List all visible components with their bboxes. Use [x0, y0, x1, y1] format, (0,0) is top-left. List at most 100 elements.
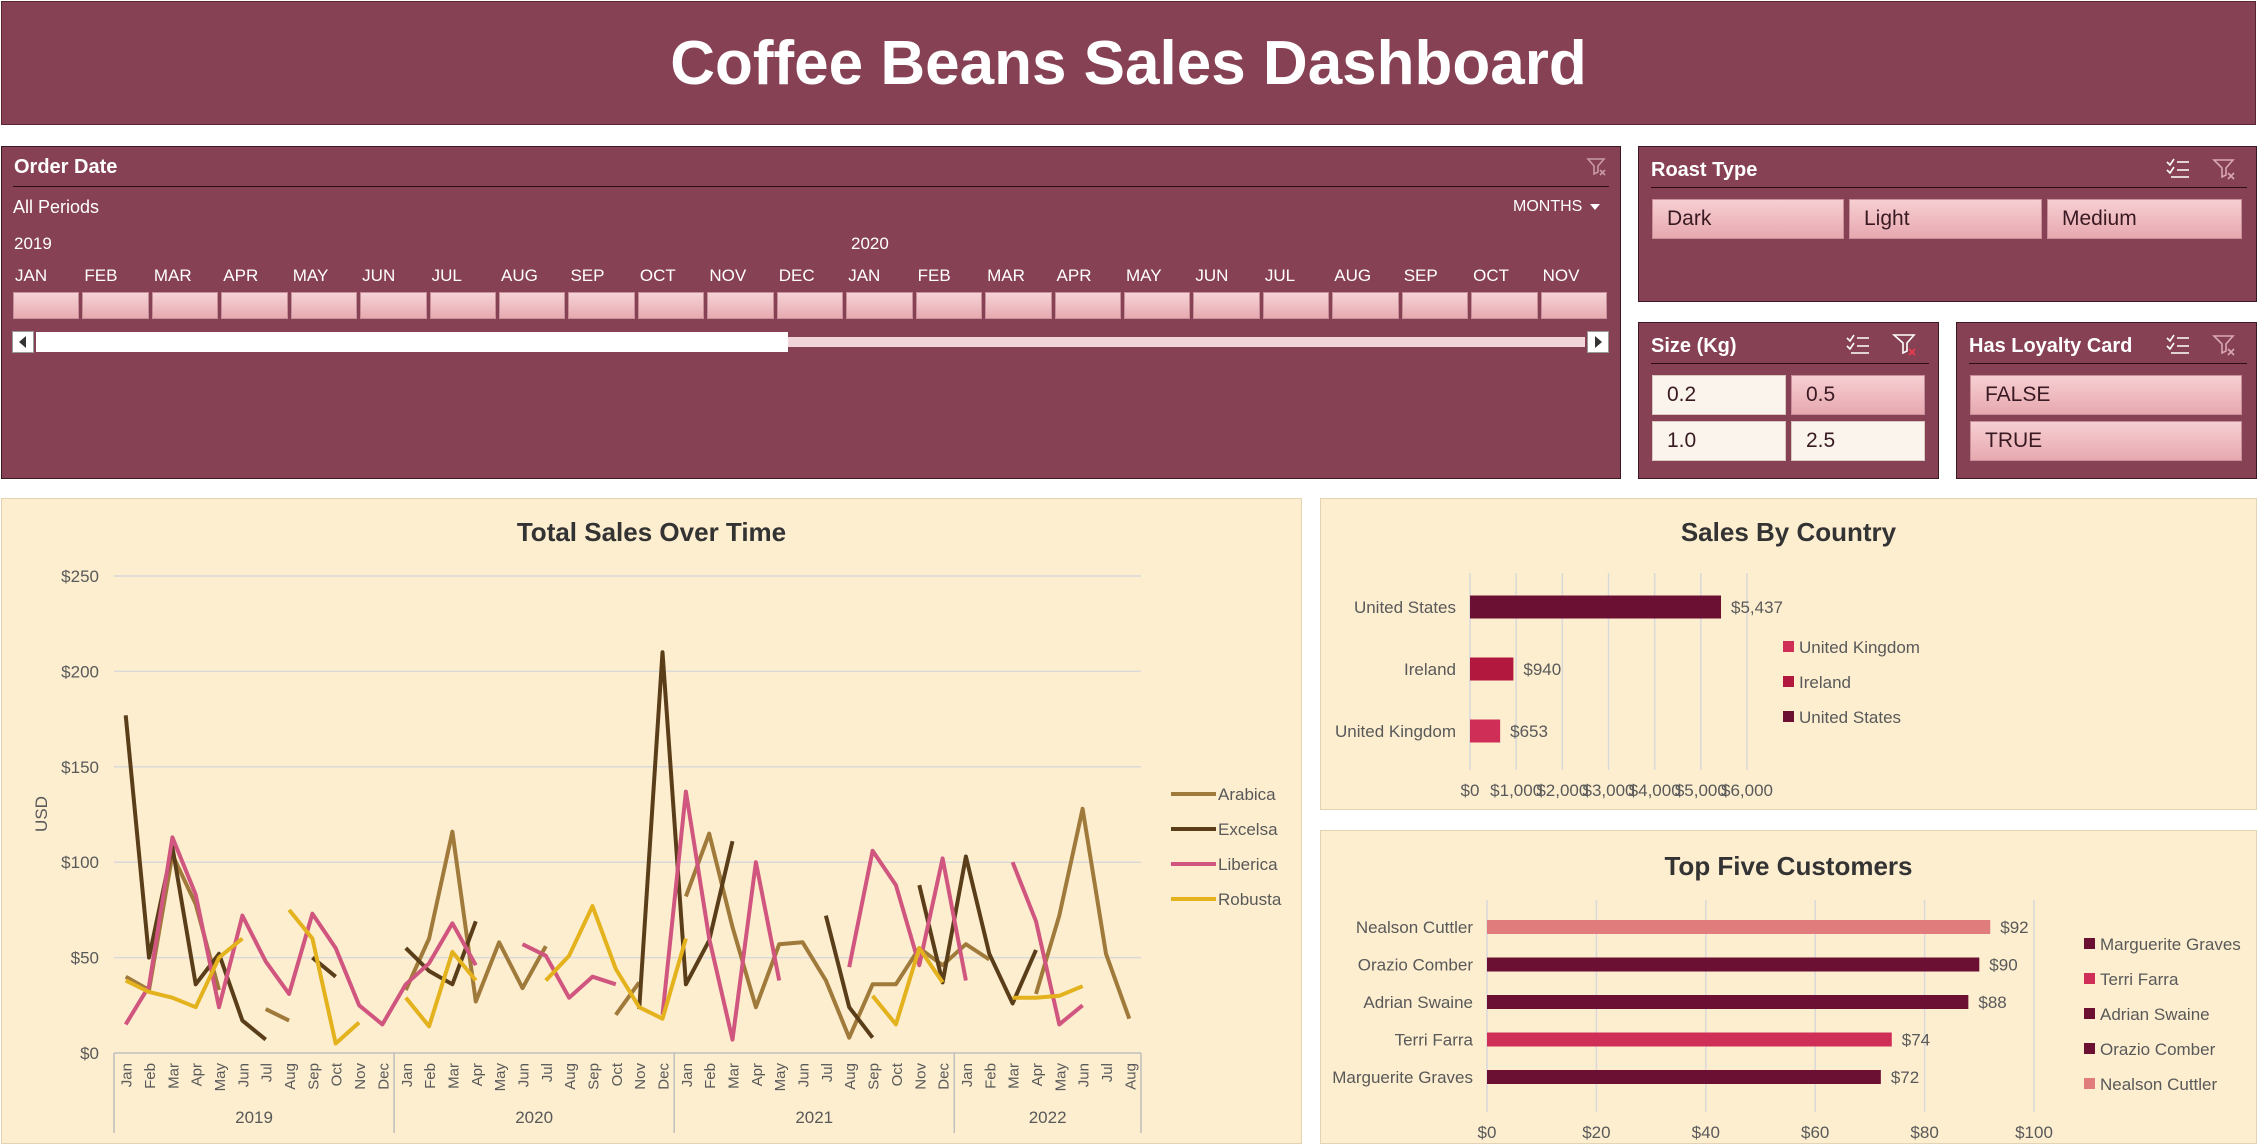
timeline-month-cell[interactable]: [1471, 292, 1538, 319]
loyalty-slicer-title: Has Loyalty Card: [1969, 335, 2133, 357]
timeline-month-cell[interactable]: [1540, 292, 1607, 319]
clear-filter-icon[interactable]: [2211, 156, 2237, 182]
roast-option-medium[interactable]: Medium: [2047, 199, 2242, 239]
timeline-month-cell[interactable]: [221, 292, 288, 319]
bar: [1487, 995, 1969, 1009]
y-tick-label: $100: [61, 853, 99, 872]
series-line-excelsa: [823, 915, 875, 1039]
x-tick-label: Apr: [749, 1063, 766, 1086]
timeline-month-cell[interactable]: [429, 292, 497, 319]
x-tick-label: Jul: [539, 1063, 556, 1082]
timeline-month-cell[interactable]: [1401, 292, 1469, 319]
timeline-month-label: JUL: [431, 266, 462, 285]
legend-label: Marguerite Graves: [2100, 935, 2241, 954]
x-tick-label: Dec: [656, 1063, 673, 1090]
year-label: 2019: [235, 1108, 273, 1127]
timeline-month-label: APR: [223, 266, 259, 285]
timeline-month-cell[interactable]: [846, 292, 913, 319]
x-tick-label: Feb: [422, 1063, 439, 1089]
x-tick-label: $3,000: [1583, 781, 1635, 800]
multi-select-icon[interactable]: [1845, 333, 1871, 357]
legend-label: Terri Farra: [2100, 970, 2179, 989]
timeline-month-cell[interactable]: [1262, 292, 1330, 319]
scroll-right-button[interactable]: [1587, 331, 1609, 353]
roast-option-dark[interactable]: Dark: [1652, 199, 1844, 239]
size-option-0-2[interactable]: 0.2: [1652, 375, 1786, 415]
multi-select-icon[interactable]: [2165, 333, 2191, 357]
timeline-month-cell[interactable]: [915, 292, 983, 319]
x-tick-label: Jun: [796, 1063, 813, 1087]
category-label: Nealson Cuttler: [1356, 918, 1474, 937]
y-tick-label: $200: [61, 662, 99, 681]
timeline-month-cell[interactable]: [637, 292, 705, 319]
x-tick-label: Aug: [1122, 1063, 1139, 1090]
timeline-level-dropdown[interactable]: MONTHS: [1513, 198, 1601, 216]
timeline-scrollbar[interactable]: [12, 331, 1609, 354]
legend-swatch: [2084, 1008, 2095, 1019]
timeline-month-label: JAN: [15, 266, 48, 285]
bar: [1487, 1032, 1892, 1047]
timeline-month-cell[interactable]: [151, 292, 219, 319]
roast-slicer-title: Roast Type: [1651, 159, 1758, 181]
timeline-month-cell[interactable]: [1054, 292, 1121, 319]
series-line-liberica: [1010, 861, 1084, 1027]
size-option-1-0[interactable]: 1.0: [1652, 421, 1786, 461]
legend-swatch: [2084, 973, 2095, 984]
timeline-month-cell[interactable]: [1123, 292, 1191, 319]
data-label: $72: [1891, 1068, 1919, 1087]
size-slicer: Size (Kg) 0.2 0.5 1.0 2.5: [1638, 322, 1939, 479]
clear-filter-icon[interactable]: [2211, 332, 2237, 358]
timeline-year-2020: 2020: [851, 234, 889, 253]
total-sales-chart: $0 $50 $100 $150 $200 $250 USD Jan Feb Mar Apr May J…: [32, 567, 1282, 1133]
x-tick-label: Jun: [1076, 1063, 1093, 1087]
x-tick-label: Sep: [305, 1063, 322, 1090]
loyalty-option-false[interactable]: FALSE: [1970, 375, 2242, 415]
x-tick-label: $20: [1582, 1123, 1610, 1142]
x-tick-label: $80: [1910, 1123, 1938, 1142]
timeline-month-label: JUN: [362, 266, 396, 285]
legend-swatch: [1783, 676, 1794, 687]
timeline-month-cell[interactable]: [776, 292, 844, 319]
timeline-month-cell[interactable]: [1193, 292, 1260, 319]
series-line-arabica: [403, 829, 548, 1004]
x-tick-label: $0: [1478, 1123, 1497, 1142]
x-tick-label: Nov: [632, 1063, 649, 1090]
x-tick-label: $40: [1692, 1123, 1720, 1142]
filter-clear-icon[interactable]: [1585, 155, 1607, 177]
size-option-0-5[interactable]: 0.5: [1791, 375, 1925, 415]
legend-label: Arabica: [1218, 785, 1276, 804]
roast-option-light[interactable]: Light: [1849, 199, 2042, 239]
scroll-left-button[interactable]: [12, 331, 34, 353]
timeline-month-cell[interactable]: [1332, 292, 1399, 319]
timeline-month-cell[interactable]: [13, 292, 80, 319]
x-tick-label: Jul: [259, 1063, 276, 1082]
x-tick-label: $0: [1461, 781, 1480, 800]
timeline-month-cell[interactable]: [568, 292, 635, 319]
timeline-month-cell[interactable]: [82, 292, 149, 319]
legend-swatch: [2084, 1078, 2095, 1089]
x-tick-label: $5,000: [1675, 781, 1727, 800]
x-tick-label: $2,000: [1536, 781, 1588, 800]
timeline-month-label: NOV: [1542, 266, 1580, 285]
timeline-month-label: SEP: [570, 266, 605, 285]
timeline-month-cell[interactable]: [707, 292, 774, 319]
multi-select-icon[interactable]: [2165, 157, 2191, 181]
timeline-month-cell[interactable]: [499, 292, 566, 319]
legend-swatch: [2084, 1043, 2095, 1054]
size-option-2-5[interactable]: 2.5: [1791, 421, 1925, 461]
timeline-month-cell[interactable]: [290, 292, 358, 319]
y-tick-label: $150: [61, 758, 99, 777]
x-tick-label: Jul: [819, 1063, 836, 1082]
category-label: United Kingdom: [1335, 722, 1456, 741]
loyalty-option-true[interactable]: TRUE: [1970, 421, 2242, 461]
scroll-thumb[interactable]: [36, 332, 788, 352]
legend-label: Orazio Comber: [2100, 1040, 2216, 1059]
data-label: $92: [2000, 918, 2028, 937]
clear-filter-icon[interactable]: [1891, 331, 1919, 359]
data-label: $74: [1902, 1031, 1930, 1050]
timeline-month-cell[interactable]: [360, 292, 427, 319]
x-tick-label: Mar: [445, 1063, 462, 1089]
timeline-month-cell[interactable]: [985, 292, 1052, 319]
data-label: $88: [1978, 993, 2006, 1012]
x-tick-label: Oct: [329, 1062, 346, 1086]
